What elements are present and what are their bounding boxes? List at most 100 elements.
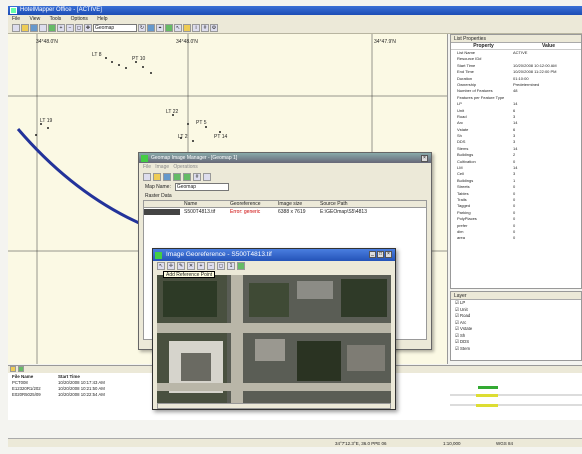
menu-tools[interactable]: Tools bbox=[50, 16, 62, 22]
new-icon[interactable] bbox=[12, 24, 20, 32]
print-icon[interactable] bbox=[39, 24, 47, 32]
menu-options[interactable]: Options bbox=[71, 16, 88, 22]
layer-label: Road bbox=[460, 313, 471, 318]
track-label: PT 14 bbox=[214, 134, 228, 140]
map-name-input[interactable]: Geomap bbox=[174, 183, 229, 191]
settings-icon[interactable]: ⚙ bbox=[210, 24, 218, 32]
info-icon[interactable]: i bbox=[192, 24, 200, 32]
properties-column-header: Property Value bbox=[451, 43, 581, 50]
timeline-bar[interactable] bbox=[476, 394, 498, 397]
aerial-photo bbox=[157, 275, 391, 403]
menu-image[interactable]: Image bbox=[155, 164, 169, 170]
open-folder-icon[interactable] bbox=[21, 24, 29, 32]
main-toolbar: + − ◻ ✥ Geomap ↻ ⌖ ↖ i # ⚙ bbox=[8, 23, 582, 34]
properties-panel: List Properties Property Value List Name… bbox=[450, 34, 582, 289]
timeline[interactable] bbox=[450, 384, 582, 414]
close-icon[interactable]: × bbox=[421, 155, 428, 162]
globe-icon[interactable] bbox=[147, 24, 155, 32]
app-title-bar: HotelMapper Office - [ACTIVE] bbox=[8, 6, 582, 15]
track-label: LT 2 bbox=[178, 134, 188, 140]
zoom-out-icon[interactable]: − bbox=[66, 24, 74, 32]
raster-col: Georeference bbox=[230, 201, 261, 207]
property-value: ACTIVE bbox=[513, 50, 528, 55]
pointer-icon[interactable]: ↖ bbox=[157, 262, 165, 270]
georef-icon[interactable] bbox=[183, 172, 191, 181]
properties-icon[interactable] bbox=[203, 172, 211, 181]
map-name-row: Map Name: Geomap bbox=[139, 182, 431, 192]
property-value: 48 bbox=[513, 88, 518, 94]
zoom-in-icon[interactable]: + bbox=[197, 262, 205, 270]
add-image-icon[interactable] bbox=[173, 172, 181, 181]
add-point-icon[interactable]: ✛ bbox=[167, 262, 175, 270]
maximize-icon[interactable]: □ bbox=[377, 251, 384, 258]
raster-georef-status: Error: generic bbox=[230, 209, 261, 215]
zoom-extent-icon[interactable]: ◻ bbox=[75, 24, 83, 32]
window-icon bbox=[155, 252, 162, 259]
track-label: PT 5 bbox=[196, 120, 207, 126]
delete-point-icon[interactable]: ✕ bbox=[187, 262, 195, 270]
property-column: Property bbox=[473, 43, 494, 49]
edit-icon[interactable] bbox=[183, 24, 191, 32]
zoom-out-icon[interactable]: − bbox=[207, 262, 215, 270]
add-feature-icon[interactable] bbox=[165, 24, 173, 32]
raster-row[interactable]: S500T4813.tif Error: generic 6388 x 7619… bbox=[144, 208, 426, 216]
apply-icon[interactable] bbox=[237, 262, 245, 270]
raster-table-header: Name Georeference Image size Source Path bbox=[144, 201, 426, 208]
layer-label: LP bbox=[460, 300, 466, 305]
folder-icon[interactable] bbox=[10, 366, 16, 372]
layer-icon[interactable] bbox=[48, 24, 56, 32]
map-combo[interactable]: Geomap bbox=[93, 24, 137, 32]
horizontal-scrollbar[interactable] bbox=[157, 403, 391, 409]
menu-view[interactable]: View bbox=[29, 16, 40, 22]
menu-operations[interactable]: Operations bbox=[173, 164, 197, 170]
georeference-title-bar: Image Georeference - S500T4813.tif _ □ × bbox=[153, 249, 395, 261]
status-bar: 34°7'12.3°E, 36.0 PPE 06 1:10,000 WGS 84 bbox=[8, 438, 582, 447]
grid-icon[interactable]: # bbox=[201, 24, 209, 32]
close-icon[interactable]: × bbox=[385, 251, 392, 258]
zoom-actual-icon[interactable]: 1 bbox=[227, 262, 235, 270]
select-icon[interactable]: ↖ bbox=[174, 24, 182, 32]
properties-rows: List Name ACTIVE Resource ID# Start Time 10/… bbox=[451, 50, 581, 242]
play-icon[interactable] bbox=[18, 366, 24, 372]
track-label: LT 19 bbox=[40, 118, 53, 124]
raster-name: S500T4813.tif bbox=[184, 209, 216, 215]
layer-item[interactable]: ☑ Stem bbox=[451, 346, 581, 353]
pan-icon[interactable]: ✥ bbox=[84, 24, 92, 32]
map-coord-label: 34°47.9'N bbox=[374, 39, 396, 45]
refresh-icon[interactable]: ↻ bbox=[138, 24, 146, 32]
image-manager-menu: File Image Operations bbox=[139, 163, 431, 171]
map-coord-label: 34°48.0'N bbox=[36, 39, 58, 45]
image-georeference-window: Image Georeference - S500T4813.tif _ □ ×… bbox=[152, 248, 396, 410]
layer-label: Vstate bbox=[460, 326, 473, 331]
route-line[interactable] bbox=[16, 128, 154, 231]
minimize-icon[interactable]: _ bbox=[369, 251, 376, 258]
open-icon[interactable] bbox=[153, 172, 161, 181]
menu-file[interactable]: File bbox=[12, 16, 20, 22]
new-icon[interactable] bbox=[143, 172, 151, 181]
value-column: Value bbox=[541, 43, 556, 49]
grid-icon[interactable]: # bbox=[193, 172, 201, 181]
menu-help[interactable]: Help bbox=[97, 16, 107, 22]
layer-label: DDS bbox=[460, 339, 470, 344]
timeline-bar[interactable] bbox=[478, 386, 498, 389]
map-name-label: Map Name: bbox=[145, 184, 171, 190]
property-row[interactable]: area 0 bbox=[451, 235, 581, 241]
menu-bar: File View Tools Options Help bbox=[8, 15, 582, 23]
zoom-fit-icon[interactable]: ◻ bbox=[217, 262, 225, 270]
save-icon[interactable] bbox=[163, 172, 171, 181]
app-title: HotelMapper Office - [ACTIVE] bbox=[20, 7, 102, 13]
add-reference-point-tooltip: Add Reference Point bbox=[163, 271, 216, 278]
track-label: PT 10 bbox=[132, 56, 146, 62]
track-label: LT 22 bbox=[166, 109, 179, 115]
menu-file[interactable]: File bbox=[143, 164, 151, 170]
image-manager-title-bar: Geomap Image Manager - [Geomap 1] × bbox=[139, 153, 431, 163]
timeline-bar[interactable] bbox=[476, 404, 498, 407]
save-icon[interactable] bbox=[30, 24, 38, 32]
zoom-in-icon[interactable]: + bbox=[57, 24, 65, 32]
aerial-image[interactable] bbox=[157, 275, 391, 403]
measure-icon[interactable]: ⌖ bbox=[156, 24, 164, 32]
edit-point-icon[interactable]: ✎ bbox=[177, 262, 185, 270]
raster-size: 6388 x 7619 bbox=[278, 209, 306, 215]
status-scale: 1:10,000 bbox=[443, 441, 461, 446]
file-start-time: 10/20/2008 10:22:54 AM bbox=[58, 392, 105, 397]
